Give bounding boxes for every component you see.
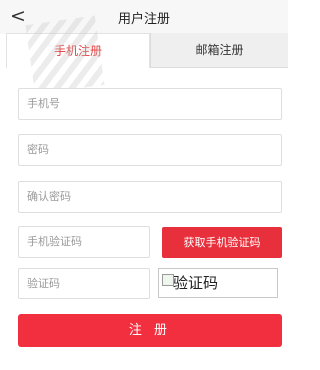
captcha-image[interactable]: 验证码 <box>158 268 278 298</box>
register-button[interactable]: 注 册 <box>18 314 282 347</box>
nav-bar: < 用户注册 <box>0 0 288 34</box>
confirm-password-input[interactable]: 确认密码 <box>18 181 282 213</box>
captcha-alt-text: 验证码 <box>173 274 219 292</box>
password-input[interactable]: 密码 <box>18 134 282 166</box>
phone-input[interactable]: 手机号 <box>18 88 282 120</box>
tab-email-register[interactable]: 邮箱注册 <box>150 33 288 68</box>
tab-phone-register[interactable]: 手机注册 <box>6 33 150 68</box>
captcha-input[interactable]: 验证码 <box>18 268 150 299</box>
sms-code-input[interactable]: 手机验证码 <box>18 226 150 258</box>
get-sms-code-button[interactable]: 获取手机验证码 <box>162 227 282 258</box>
register-tabs: 手机注册 邮箱注册 <box>0 33 288 68</box>
page-title: 用户注册 <box>117 12 170 27</box>
